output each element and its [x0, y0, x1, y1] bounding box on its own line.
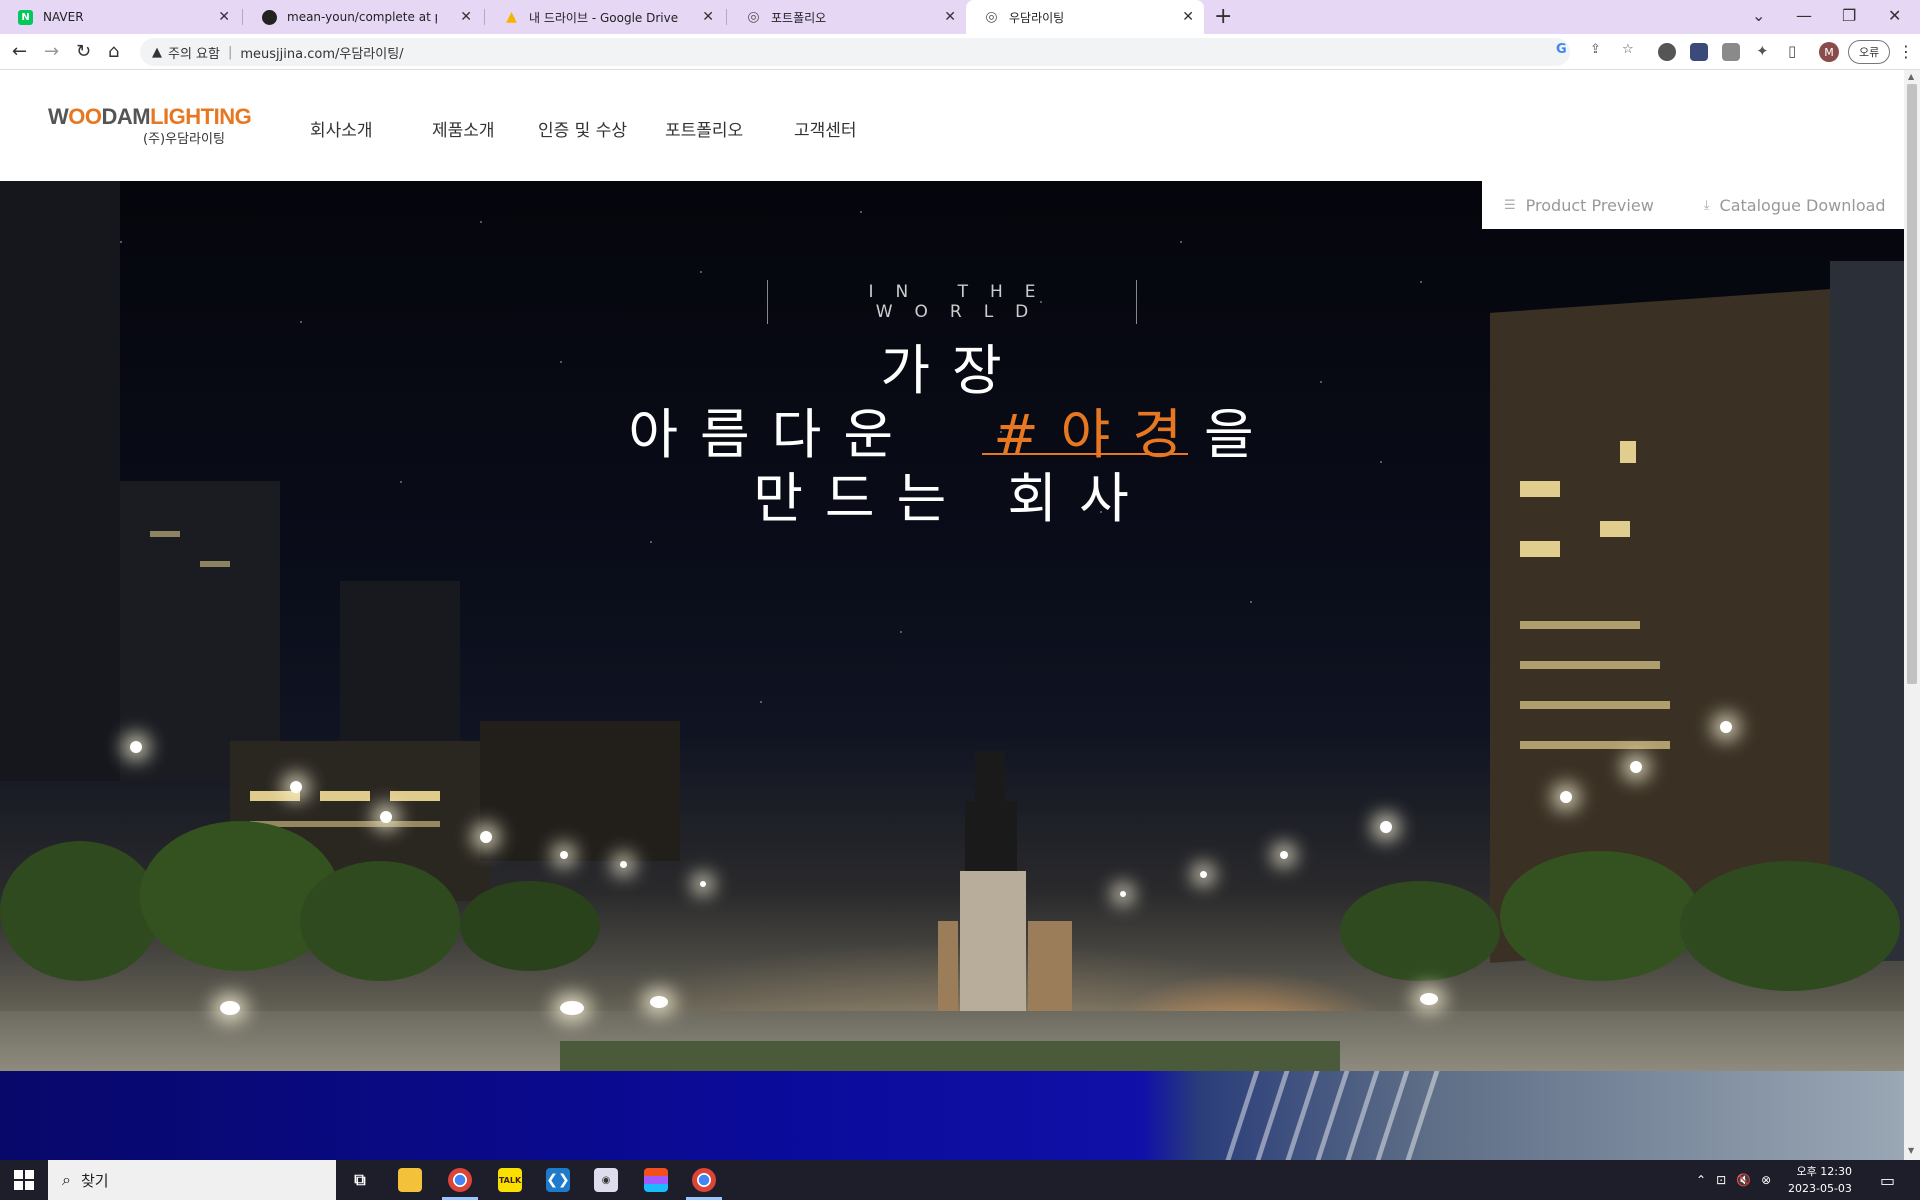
scroll-up-arrow[interactable]: ▲ — [1908, 72, 1914, 81]
file-explorer-icon[interactable] — [398, 1168, 422, 1192]
product-preview-link[interactable]: ☰ Product Preview — [1504, 196, 1654, 215]
logo-company-name: (주)우담라이팅 — [143, 132, 225, 147]
catalogue-download-link[interactable]: ⤓ Catalogue Download — [1704, 196, 1886, 215]
nav-products[interactable]: 제품소개 — [432, 116, 495, 141]
globe-icon: ◎ — [747, 9, 760, 25]
error-button[interactable]: 오류 — [1848, 40, 1891, 64]
nav-customer-center[interactable]: 고객센터 — [794, 116, 857, 141]
restore-button[interactable]: ❐ — [1842, 6, 1856, 25]
page-scrollbar[interactable]: ▲ ▼ — [1904, 70, 1920, 1160]
site-logo[interactable]: W OO DAM LIGHTING (주)우담라이팅 — [48, 104, 252, 147]
menu-icon[interactable]: ⋮ — [1898, 42, 1914, 61]
scroll-down-arrow[interactable]: ▼ — [1908, 1146, 1914, 1155]
close-icon[interactable]: ✕ — [944, 9, 956, 25]
extension-icon[interactable] — [1658, 43, 1676, 61]
taskbar-search[interactable]: ⌕ 찾기 — [48, 1160, 336, 1200]
close-window-button[interactable]: ✕ — [1888, 6, 1901, 25]
close-icon[interactable]: ✕ — [460, 9, 472, 25]
nav-certification[interactable]: 인증 및 수상 — [538, 116, 627, 141]
nav-portfolio[interactable]: 포트폴리오 — [665, 116, 743, 141]
app-icon[interactable]: ◉ — [594, 1168, 618, 1192]
close-icon[interactable]: ✕ — [218, 9, 230, 25]
web-page: W OO DAM LIGHTING (주)우담라이팅 회사소개 제품소개 인증 … — [0, 70, 1904, 1160]
tab-woodam-lighting[interactable]: ◎ 우담라이팅 ✕ — [966, 0, 1204, 34]
github-icon — [262, 9, 277, 25]
address-bar[interactable]: ▲ 주의 요함 | meusjjina.com/우담라이팅/ — [140, 38, 1570, 66]
reload-button[interactable]: ↻ — [76, 41, 91, 62]
side-panel-icon[interactable]: ▯ — [1788, 42, 1796, 60]
chrome-icon[interactable] — [448, 1168, 472, 1192]
naver-icon: N — [18, 9, 33, 25]
extension-icon[interactable] — [1690, 43, 1708, 61]
nav-company[interactable]: 회사소개 — [310, 116, 373, 141]
tab-search-icon[interactable]: ⌄ — [1752, 6, 1765, 25]
share-icon[interactable]: ⇪ — [1590, 42, 1601, 57]
toolbar: ← → ↻ ⌂ ▲ 주의 요함 | meusjjina.com/우담라이팅/ G… — [0, 34, 1920, 70]
windows-taskbar: ⌕ 찾기 ⧉ TALK ❮❯ ◉ ⌃ ⊡ 🔇 ⊗ 오후 12:30 2023-0… — [0, 1160, 1920, 1200]
new-tab-button[interactable]: + — [1214, 4, 1232, 29]
vscode-icon[interactable]: ❮❯ — [546, 1168, 570, 1192]
scroll-thumb[interactable] — [1907, 84, 1917, 684]
tab-github[interactable]: mean-youn/complete at project ✕ — [244, 0, 482, 34]
puzzle-extensions-icon[interactable]: ✦ — [1756, 42, 1769, 60]
network-icon[interactable]: ⊡ — [1716, 1173, 1726, 1187]
tab-title: mean-youn/complete at project — [287, 10, 437, 24]
security-label[interactable]: 주의 요함 — [168, 43, 220, 62]
google-translate-icon[interactable]: G — [1556, 42, 1567, 57]
windows-start-icon[interactable] — [14, 1170, 34, 1190]
tab-strip: N NAVER ✕ mean-youn/complete at project … — [0, 0, 1920, 34]
profile-avatar[interactable]: M — [1819, 42, 1839, 62]
google-drive-icon: ▲ — [506, 9, 517, 25]
home-button[interactable]: ⌂ — [108, 41, 119, 62]
hero-line-3: 만드는 회사 — [753, 467, 1151, 530]
back-button[interactable]: ← — [12, 41, 27, 62]
clock[interactable]: 오후 12:30 2023-05-03 — [1788, 1163, 1852, 1197]
tab-naver[interactable]: N NAVER ✕ — [0, 0, 240, 34]
search-icon: ⌕ — [62, 1170, 71, 1189]
chevron-up-icon[interactable]: ⌃ — [1696, 1173, 1706, 1187]
kakaotalk-icon[interactable]: TALK — [498, 1168, 522, 1192]
tab-portfolio[interactable]: ◎ 포트폴리오 ✕ — [728, 0, 966, 34]
tab-title: 내 드라이브 - Google Drive — [529, 10, 679, 25]
search-placeholder: 찾기 — [80, 1171, 109, 1190]
hero-tagline: IN THE WORLD — [767, 280, 1137, 324]
status-icon[interactable]: ⊗ — [1761, 1173, 1771, 1187]
warning-icon[interactable]: ▲ — [152, 45, 162, 60]
list-icon: ☰ — [1504, 197, 1516, 213]
globe-icon: ◎ — [985, 9, 998, 25]
volume-muted-icon[interactable]: 🔇 — [1736, 1173, 1751, 1187]
quick-links: ☰ Product Preview ⤓ Catalogue Download — [1482, 181, 1904, 229]
minimize-button[interactable]: — — [1796, 6, 1812, 25]
system-tray: ⌃ ⊡ 🔇 ⊗ — [1696, 1160, 1771, 1200]
tab-title: 우담라이팅 — [1009, 10, 1065, 25]
site-header: W OO DAM LIGHTING (주)우담라이팅 회사소개 제품소개 인증 … — [0, 70, 1904, 181]
task-view-icon[interactable]: ⧉ — [348, 1168, 372, 1192]
close-icon[interactable]: ✕ — [702, 9, 714, 25]
chrome-icon[interactable] — [692, 1168, 716, 1192]
figma-icon[interactable] — [644, 1168, 668, 1192]
notification-icon[interactable]: ▭ — [1880, 1160, 1895, 1200]
bookmark-star-icon[interactable]: ☆ — [1622, 42, 1634, 57]
download-icon: ⤓ — [1703, 197, 1710, 213]
extension-icon[interactable] — [1722, 43, 1740, 61]
url-text[interactable]: meusjjina.com/우담라이팅/ — [240, 43, 403, 62]
tab-title: 포트폴리오 — [771, 10, 827, 25]
close-icon[interactable]: ✕ — [1182, 9, 1194, 25]
tab-google-drive[interactable]: ▲ 내 드라이브 - Google Drive ✕ — [486, 0, 724, 34]
next-section-banner — [0, 1071, 1904, 1160]
tab-title: NAVER — [43, 10, 84, 24]
forward-button[interactable]: → — [44, 41, 59, 62]
